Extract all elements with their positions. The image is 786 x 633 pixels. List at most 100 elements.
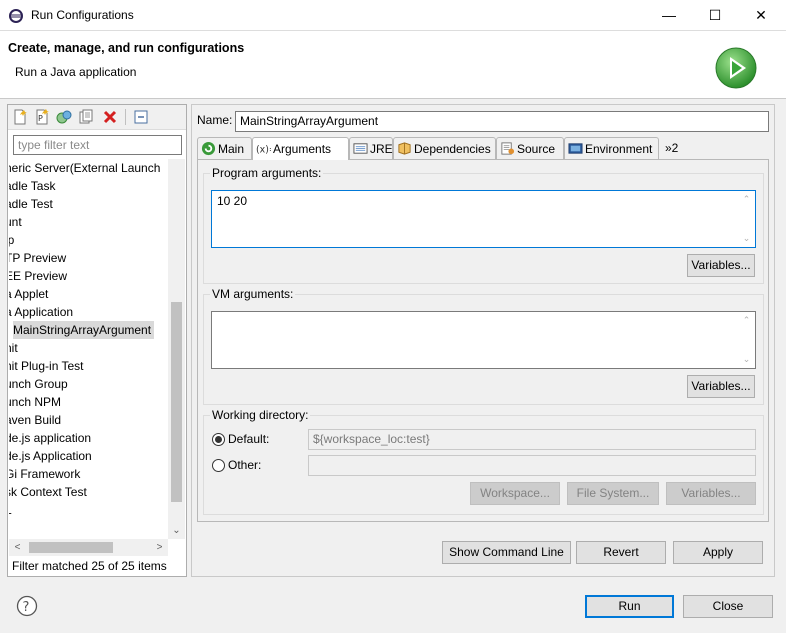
- run-banner-icon: [715, 47, 757, 89]
- new-configuration-icon[interactable]: [12, 109, 28, 125]
- arguments-tab-icon: (x)=: [256, 144, 271, 155]
- export-configuration-icon[interactable]: [56, 109, 72, 125]
- apply-button[interactable]: Apply: [673, 541, 763, 564]
- scroll-down-icon[interactable]: ⌄: [168, 522, 185, 539]
- tree-item[interactable]: sk Context Test: [9, 483, 87, 501]
- tree-item[interactable]: de.js Application: [9, 447, 92, 465]
- tree-item[interactable]: unch Group: [9, 375, 68, 393]
- tab-dependencies[interactable]: Dependencies: [393, 137, 496, 159]
- workspace-button[interactable]: Workspace...: [470, 482, 560, 505]
- vm-arguments-scrollbar[interactable]: ⌃ ⌄: [739, 313, 754, 367]
- scroll-up-icon[interactable]: ⌃: [739, 313, 754, 328]
- program-arguments-group: Program arguments: 10 20 ⌃ ⌄ Variables..…: [203, 166, 764, 284]
- filter-input[interactable]: type filter text: [13, 135, 182, 155]
- vm-arguments-group: VM arguments: ⌃ ⌄ Variables...: [203, 287, 764, 405]
- tab-overflow-button[interactable]: »2: [665, 137, 678, 159]
- other-directory-field: [308, 455, 756, 476]
- name-field[interactable]: MainStringArrayArgument: [235, 111, 769, 132]
- arguments-tab-content: Program arguments: 10 20 ⌃ ⌄ Variables..…: [197, 159, 769, 522]
- tab-label: Arguments: [273, 142, 332, 156]
- program-arguments-scrollbar[interactable]: ⌃ ⌄: [739, 192, 754, 246]
- program-variables-button[interactable]: Variables...: [687, 254, 755, 277]
- tree-item[interactable]: de.js application: [9, 429, 91, 447]
- duplicate-configuration-icon[interactable]: [78, 109, 94, 125]
- vertical-scroll-thumb[interactable]: [171, 302, 182, 502]
- tab-main[interactable]: Main: [197, 137, 252, 159]
- tree-item[interactable]: a Applet: [9, 285, 48, 303]
- tree-item[interactable]: lp: [9, 231, 14, 249]
- program-arguments-label: Program arguments:: [210, 166, 324, 180]
- scroll-down-icon[interactable]: ⌄: [739, 352, 754, 367]
- default-directory-field: ${workspace_loc:test}: [308, 429, 756, 450]
- program-arguments-value: 10 20: [217, 194, 248, 208]
- dependencies-tab-icon: [398, 142, 411, 155]
- horizontal-scroll-thumb[interactable]: [29, 542, 113, 553]
- revert-button[interactable]: Revert: [576, 541, 666, 564]
- run-button[interactable]: Run: [585, 595, 674, 618]
- maximize-icon: ☐: [708, 7, 722, 23]
- banner-title: Create, manage, and run configurations: [8, 41, 245, 55]
- name-label: Name:: [197, 113, 233, 127]
- minimize-icon: —: [662, 7, 676, 23]
- workdir-variables-button[interactable]: Variables...: [666, 482, 756, 505]
- tree-item[interactable]: adle Test: [9, 195, 53, 213]
- tab-arguments[interactable]: (x)= Arguments: [252, 137, 349, 160]
- tree-item[interactable]: aven Build: [9, 411, 61, 429]
- svg-text:(x)=: (x)=: [256, 144, 271, 155]
- other-radio-label: Other:: [228, 458, 262, 472]
- tree-item[interactable]: unch NPM: [9, 393, 61, 411]
- svg-text:?: ?: [23, 600, 30, 615]
- tab-environment[interactable]: Environment: [564, 137, 659, 159]
- tab-source[interactable]: Source: [496, 137, 564, 159]
- configuration-editor-pane: Name: MainStringArrayArgument Main (x)= …: [191, 104, 775, 577]
- vm-arguments-field[interactable]: ⌃ ⌄: [211, 311, 756, 369]
- scroll-right-icon[interactable]: >: [151, 539, 168, 556]
- svg-text:P: P: [38, 114, 43, 123]
- tree-item[interactable]: L: [9, 501, 12, 519]
- tree-item[interactable]: nit Plug-in Test: [9, 357, 84, 375]
- tree-vertical-scrollbar[interactable]: ⌄: [168, 159, 185, 539]
- tree-item[interactable]: Gi Framework: [9, 465, 80, 483]
- working-directory-group: Working directory: Default: ${workspace_…: [203, 408, 764, 515]
- tree-item[interactable]: neric Server(External Launch: [9, 159, 160, 177]
- help-icon[interactable]: ?: [16, 595, 38, 617]
- new-prototype-icon[interactable]: P: [34, 109, 50, 125]
- tree-item[interactable]: unt: [9, 213, 22, 231]
- tree-item[interactable]: nit: [9, 339, 18, 357]
- tree-item[interactable]: EE Preview: [9, 267, 67, 285]
- main-tab-icon: [201, 141, 216, 156]
- default-radio[interactable]: [212, 433, 225, 446]
- minimize-button[interactable]: —: [646, 0, 692, 31]
- tab-jre[interactable]: JRE: [349, 137, 393, 159]
- tree-item[interactable]: a Application: [9, 303, 73, 321]
- close-window-button[interactable]: ✕: [738, 0, 784, 31]
- vm-arguments-label: VM arguments:: [210, 287, 296, 301]
- tab-label: Environment: [585, 142, 653, 156]
- close-icon: ✕: [755, 7, 767, 23]
- maximize-button[interactable]: ☐: [692, 0, 738, 31]
- dialog-banner: Create, manage, and run configurations R…: [0, 31, 786, 99]
- program-arguments-field[interactable]: 10 20 ⌃ ⌄: [211, 190, 756, 248]
- scroll-down-icon[interactable]: ⌄: [739, 231, 754, 246]
- tree-item[interactable]: adle Task: [9, 177, 55, 195]
- close-button[interactable]: Close: [683, 595, 773, 618]
- file-system-button[interactable]: File System...: [567, 482, 659, 505]
- tree-horizontal-scrollbar[interactable]: < >: [9, 539, 168, 556]
- scroll-up-icon[interactable]: ⌃: [739, 192, 754, 207]
- configuration-list-pane: P type filter text neric Server(External…: [7, 104, 187, 577]
- collapse-all-icon[interactable]: [133, 109, 149, 125]
- eclipse-logo-icon: [9, 9, 23, 23]
- tree-item-selected[interactable]: MainStringArrayArgument: [13, 321, 155, 339]
- source-tab-icon: [501, 142, 515, 155]
- jre-tab-icon: [353, 143, 368, 154]
- default-radio-label: Default:: [228, 432, 270, 446]
- tree-item[interactable]: TP Preview: [9, 249, 66, 267]
- config-tabs: Main (x)= Arguments JRE Dependencies Sou…: [197, 137, 769, 160]
- other-radio[interactable]: [212, 459, 225, 472]
- scroll-left-icon[interactable]: <: [9, 539, 26, 556]
- tab-label: Main: [218, 142, 245, 156]
- show-command-line-button[interactable]: Show Command Line: [442, 541, 571, 564]
- vm-variables-button[interactable]: Variables...: [687, 375, 755, 398]
- working-directory-label: Working directory:: [210, 408, 311, 422]
- delete-configuration-icon[interactable]: [102, 109, 118, 125]
